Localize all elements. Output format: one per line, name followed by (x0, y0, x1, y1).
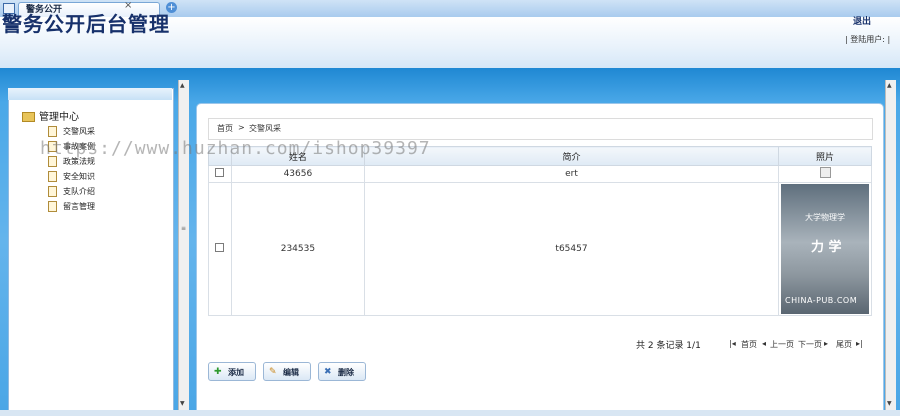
col-photo: 照片 (778, 146, 872, 166)
document-icon (48, 171, 57, 182)
document-icon (48, 186, 57, 197)
table-row[interactable]: 234535 t65457 大学物理学 力 学 CHINA-PUB.COM (208, 182, 872, 316)
next-page-link[interactable]: 下一页 (798, 339, 822, 350)
book-cover-image: 大学物理学 力 学 CHINA-PUB.COM (781, 184, 869, 314)
row-photo: 大学物理学 力 学 CHINA-PUB.COM (778, 182, 872, 316)
broken-image-icon (819, 167, 831, 178)
scroll-down-icon[interactable]: ▼ (180, 400, 185, 407)
status-bar (0, 410, 900, 416)
scroll-down-icon[interactable]: ▼ (887, 400, 892, 407)
breadcrumb-home[interactable]: 首页 (217, 123, 233, 134)
sidebar-item-label: 留言管理 (63, 202, 95, 211)
add-button[interactable]: ✚ 添加 (208, 362, 256, 381)
breadcrumb-separator: > (238, 123, 245, 132)
edit-button[interactable]: ✎ 编辑 (263, 362, 311, 381)
add-button-label: 添加 (228, 368, 244, 377)
paging-summary: 共 2 条记录 1/1 (636, 341, 701, 351)
data-table: 姓名 简介 照片 43656 ert 234535 t65457 大学物理学 力… (208, 146, 872, 316)
scroll-up-icon[interactable]: ▲ (180, 82, 185, 89)
sidebar-item-traffic-police[interactable]: 交警风采 (48, 126, 95, 137)
delete-button-label: 删除 (338, 368, 354, 377)
folder-open-icon (22, 112, 35, 122)
sidebar-item-label: 交警风采 (63, 127, 95, 136)
sidebar-item-label: 安全知识 (63, 172, 95, 181)
table-row[interactable]: 43656 ert (208, 165, 872, 183)
cover-subtitle: 力 学 (811, 240, 842, 255)
last-page-icon[interactable]: ▸| (856, 339, 863, 348)
row-intro: t65457 (364, 182, 780, 316)
delete-button[interactable]: ✖ 删除 (318, 362, 366, 381)
first-page-icon[interactable]: |◂ (729, 339, 736, 348)
first-page-link[interactable]: 首页 (741, 339, 757, 350)
splitter-grip-icon[interactable]: ≡ (181, 225, 186, 232)
row-checkbox[interactable] (215, 243, 225, 252)
document-icon (48, 126, 57, 137)
prev-page-icon[interactable]: ◂ (762, 339, 766, 348)
row-photo (778, 165, 872, 183)
row-checkbox[interactable] (215, 168, 225, 177)
delete-icon: ✖ (324, 367, 332, 377)
main-scrollbar[interactable]: ▲ ▼ (885, 80, 896, 410)
row-checkbox-cell (208, 165, 232, 183)
edit-button-label: 编辑 (283, 368, 299, 377)
sidebar-item-about[interactable]: 支队介绍 (48, 186, 95, 197)
sidebar-root-label: 管理中心 (39, 112, 79, 123)
pencil-icon: ✎ (269, 367, 277, 377)
logout-link[interactable]: 退出 (853, 14, 871, 27)
last-page-link[interactable]: 尾页 (836, 339, 852, 350)
row-name: 234535 (230, 182, 366, 316)
cover-brand: CHINA-PUB.COM (785, 296, 858, 305)
row-checkbox-cell (208, 182, 232, 316)
watermark-text: https://www.huzhan.com/ishop39397 (40, 138, 431, 159)
breadcrumb: 首页 > 交警风采 (208, 118, 873, 140)
scroll-up-icon[interactable]: ▲ (887, 82, 892, 89)
prev-page-link[interactable]: 上一页 (770, 339, 794, 350)
document-icon (48, 201, 57, 212)
sidebar-item-messages[interactable]: 留言管理 (48, 201, 95, 212)
row-intro: ert (364, 165, 780, 183)
row-name: 43656 (230, 165, 366, 183)
breadcrumb-current: 交警风采 (249, 124, 281, 133)
plus-icon: ✚ (214, 367, 222, 377)
sidebar-header (8, 88, 172, 100)
user-info: | 登陆用户: | (845, 35, 891, 44)
next-page-icon[interactable]: ▸ (824, 339, 828, 348)
sidebar-root[interactable]: 管理中心 (22, 108, 79, 123)
sidebar-scrollbar[interactable]: ▲ ≡ ▼ (178, 80, 189, 410)
cover-title: 大学物理学 (805, 213, 845, 222)
sidebar-item-label: 支队介绍 (63, 187, 95, 196)
sidebar-item-safety[interactable]: 安全知识 (48, 171, 95, 182)
page-title: 警务公开后台管理 (2, 12, 170, 36)
